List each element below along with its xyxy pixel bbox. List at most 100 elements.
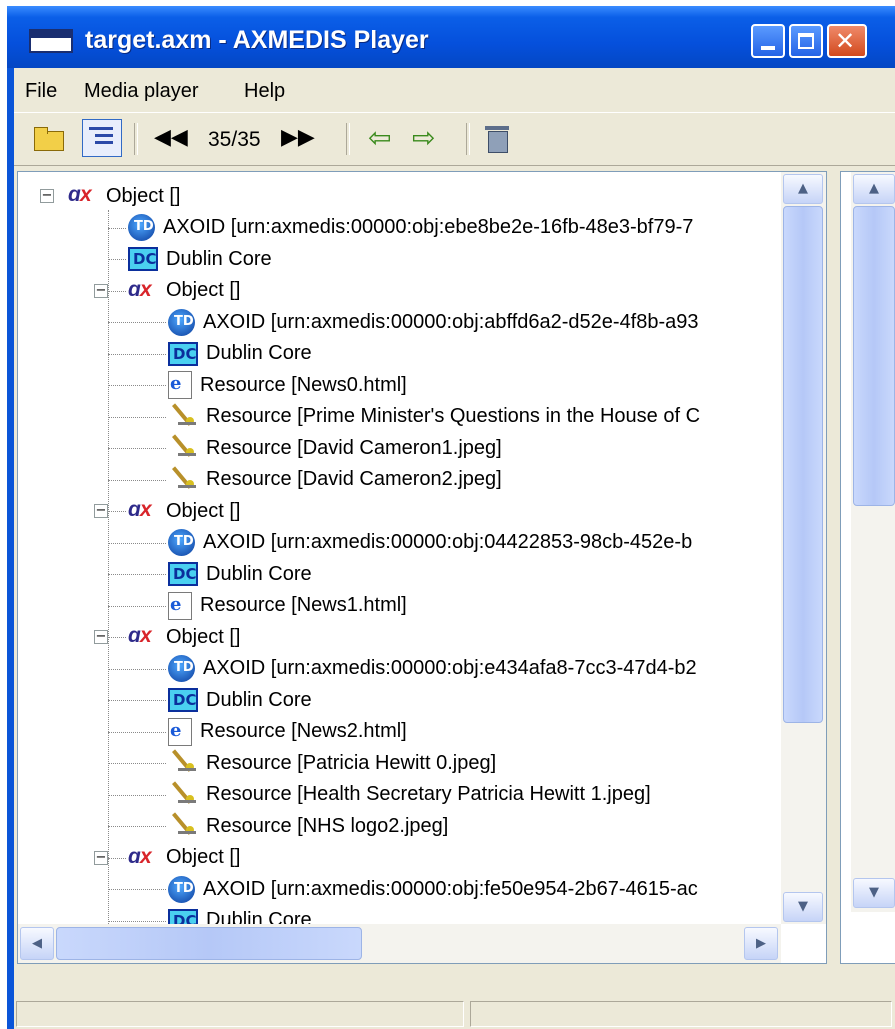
menu-media-player[interactable]: Media player	[84, 80, 199, 103]
tree-node[interactable]: ɑ x Object []	[128, 275, 240, 307]
tree-node-label: Resource [David Cameron1.jpeg]	[206, 436, 502, 459]
menu-file[interactable]: File	[25, 80, 57, 103]
tree-connector	[108, 227, 126, 229]
tree-node[interactable]: Resource [David Cameron2.jpeg]	[168, 464, 502, 496]
tree-node[interactable]: DC Dublin Core	[168, 558, 312, 590]
tree-node-label: Dublin Core	[206, 562, 312, 585]
scroll-right-button[interactable]: ▶	[744, 927, 778, 960]
tree-node[interactable]: Resource [Patricia Hewitt 0.jpeg]	[168, 747, 496, 779]
tree-node-label: Dublin Core	[206, 688, 312, 711]
previous-item-button[interactable]: ◀◀	[154, 125, 188, 150]
content-vertical-scrollbar[interactable]: ▲ ▼	[851, 172, 895, 912]
scroll-left-button[interactable]: ◀	[20, 927, 54, 960]
tree-expander-minus-icon[interactable]: −	[94, 504, 108, 518]
content-panel: ▲ ▼	[840, 171, 895, 964]
tree-node-label: Resource [David Cameron2.jpeg]	[206, 468, 502, 490]
tree-connector	[108, 637, 126, 638]
html-resource-icon: e	[168, 591, 192, 620]
menu-help[interactable]: Help	[244, 80, 285, 103]
tree-node[interactable]: DC Dublin Core	[168, 684, 312, 716]
tree-node[interactable]: Resource [Health Secretary Patricia Hewi…	[168, 779, 651, 811]
tree-node[interactable]: e Resource [News2.html]	[168, 716, 407, 748]
tree-node[interactable]: TD AXOID [urn:axmedis:00000:obj:ebe8be2e-…	[128, 212, 693, 244]
tree-connector	[108, 416, 166, 418]
scroll-down-button[interactable]: ▼	[783, 892, 823, 922]
tree-node[interactable]: ɑ x Object []	[68, 180, 180, 212]
dublin-core-icon: DC	[168, 562, 198, 586]
tree-connector	[108, 511, 126, 512]
tree-node-label: Object []	[166, 499, 241, 522]
open-folder-icon[interactable]	[32, 121, 66, 155]
next-item-button[interactable]: ▶▶	[281, 125, 315, 150]
tree-node[interactable]: TD AXOID [urn:axmedis:00000:obj:e434afa8-…	[168, 653, 697, 685]
back-arrow-button[interactable]: ⇦	[368, 121, 391, 154]
tree-node[interactable]: ɑ x Object []	[128, 842, 240, 874]
tree-guide-line	[108, 210, 109, 924]
axoid-icon: TD	[128, 214, 155, 241]
object-icon: ɑx	[68, 183, 92, 206]
tree-expander-minus-icon[interactable]: −	[94, 283, 108, 298]
tree-expander-minus-icon[interactable]: −	[94, 850, 108, 865]
tree-connector	[108, 920, 166, 922]
axoid-icon: TD	[168, 875, 195, 903]
axoid-icon: TD	[168, 529, 195, 556]
tree-node-label: Resource [News0.html]	[200, 373, 407, 396]
tree-connector	[108, 290, 126, 292]
scroll-up-button[interactable]: ▲	[783, 174, 823, 204]
tree-connector	[108, 322, 166, 323]
tree-view-toggle-icon[interactable]	[82, 119, 122, 157]
tree-node[interactable]: TD AXOID [urn:axmedis:00000:obj:04422853-…	[168, 527, 692, 559]
minimize-button[interactable]	[751, 24, 785, 58]
media-player-icon[interactable]	[484, 123, 510, 153]
object-icon: ɑx	[128, 498, 152, 521]
tree-expander-minus-icon[interactable]: −	[94, 630, 108, 644]
tree-node-label: AXOID [urn:axmedis:00000:obj:abffd6a2-d5…	[203, 310, 699, 333]
object-tree-panel: ɑ x Object [] − TD AXOID [urn:axmedis:00000:o…	[17, 171, 827, 964]
tree-node[interactable]: DC Dublin Core	[168, 905, 312, 924]
title-bar[interactable]: target.axm - AXMEDIS Player ✕	[7, 6, 895, 68]
tree-node[interactable]: DC Dublin Core	[128, 243, 272, 275]
content-scroll-up-button[interactable]: ▲	[853, 174, 895, 204]
tree-node[interactable]: Resource [Prime Minister's Questions in …	[168, 401, 700, 433]
tree-vertical-scrollbar[interactable]: ▲ ▼	[781, 172, 826, 924]
maximize-button[interactable]	[789, 24, 823, 58]
tree-horizontal-scrollbar[interactable]: ◀ ▶	[18, 924, 781, 963]
tree-node-label: Resource [News2.html]	[200, 720, 407, 742]
tree-connector	[108, 889, 166, 890]
object-icon: ɑx	[128, 624, 152, 647]
axoid-icon: TD	[168, 655, 195, 682]
tree-node[interactable]: e Resource [News1.html]	[168, 590, 407, 622]
tree-node[interactable]: Resource [David Cameron1.jpeg]	[168, 432, 502, 464]
forward-arrow-button[interactable]: ⇨	[412, 121, 435, 154]
tree-node-label: Dublin Core	[166, 247, 272, 270]
tree-node[interactable]: TD AXOID [urn:axmedis:00000:obj:abffd6a2-…	[168, 306, 699, 338]
tree-connector	[108, 605, 166, 607]
horizontal-scroll-thumb[interactable]	[56, 927, 362, 960]
close-button[interactable]: ✕	[827, 24, 867, 58]
status-bar	[14, 998, 895, 1029]
status-pane-main	[16, 1001, 464, 1027]
tree-connector	[108, 826, 166, 827]
tree-node-label: Resource [NHS logo2.jpeg]	[206, 814, 449, 837]
tree-node-label: Object []	[166, 846, 241, 868]
html-resource-icon: e	[168, 717, 192, 746]
dublin-core-icon: DC	[168, 688, 198, 712]
tree-connector	[108, 574, 166, 575]
vertical-scroll-thumb[interactable]	[783, 206, 823, 723]
tree-connector	[108, 479, 166, 481]
tree-node[interactable]: TD AXOID [urn:axmedis:00000:obj:fe50e954-…	[168, 873, 698, 905]
tree-node-label: Resource [News1.html]	[200, 594, 407, 616]
tree-node[interactable]: DC Dublin Core	[168, 338, 312, 370]
tree-expander-minus-icon[interactable]: −	[40, 189, 54, 203]
tree-node[interactable]: Resource [NHS logo2.jpeg]	[168, 810, 448, 842]
dublin-core-icon: DC	[168, 908, 198, 924]
tree-node[interactable]: e Resource [News0.html]	[168, 369, 407, 401]
tree-node[interactable]: ɑ x Object []	[128, 621, 240, 653]
content-scroll-thumb[interactable]	[853, 206, 895, 506]
image-resource-icon	[168, 749, 198, 777]
tree-connector	[108, 542, 166, 544]
content-scroll-down-button[interactable]: ▼	[853, 878, 895, 908]
tree-node-label: Dublin Core	[206, 909, 312, 924]
tree-node[interactable]: ɑ x Object []	[128, 495, 240, 527]
minimize-icon	[761, 46, 775, 50]
